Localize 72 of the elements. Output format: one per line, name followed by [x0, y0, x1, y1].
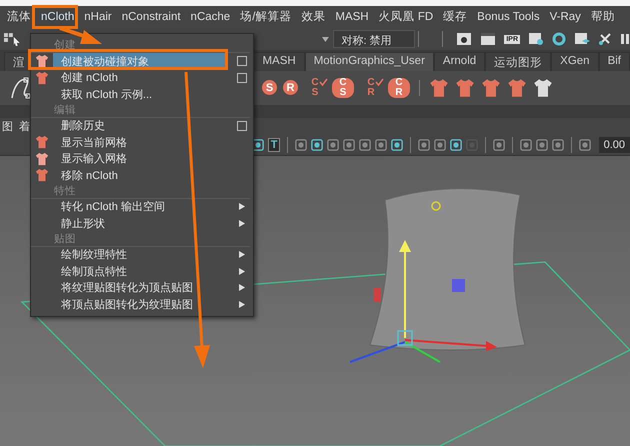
menu-bar-item[interactable]: Bonus Tools [472, 8, 545, 25]
render-settings-icon[interactable] [528, 32, 544, 46]
value-field[interactable]: 0.00 [598, 137, 630, 154]
shirt-icon [35, 54, 49, 68]
menu-item[interactable]: 显示当前网格 [31, 134, 253, 150]
shelf-tab[interactable]: MotionGraphics_User [304, 52, 434, 72]
menu-bar-item[interactable]: 帮助 [586, 7, 620, 26]
select-tool-icon[interactable] [4, 31, 22, 48]
shelf-tab[interactable]: XGen [551, 52, 599, 72]
shelf-tab[interactable]: MASH [253, 52, 305, 72]
menu-bar-item[interactable]: nCache [186, 8, 236, 25]
ring-icon[interactable] [552, 32, 566, 46]
shelf-tab[interactable]: Bif [598, 52, 630, 72]
submenu-arrow-icon [239, 251, 245, 258]
pivot-marker-icon [431, 201, 441, 211]
render-layers-icon[interactable] [574, 32, 590, 46]
menu-item[interactable]: 转化 nCloth 输出空间 [31, 198, 253, 215]
menu-item[interactable]: 移除 nCloth [31, 167, 253, 184]
menu-item[interactable]: 创建 nCloth [31, 70, 253, 86]
option-box[interactable] [237, 56, 247, 66]
menu-section-heading: 编辑 [31, 102, 250, 118]
submenu-arrow-icon [239, 300, 245, 308]
panel-menu-item[interactable]: 着 [19, 118, 30, 134]
menu-section-heading: 特性 [31, 184, 250, 198]
symmetry-field[interactable]: 对称: 禁用 [332, 30, 416, 48]
menu-bar-item[interactable]: nConstraint [116, 8, 186, 25]
shirt-icon [35, 168, 49, 182]
submenu-arrow-icon [239, 203, 245, 210]
shirt-icon [455, 78, 475, 98]
menu-bar-item[interactable]: 效果 [296, 7, 330, 26]
text-tool-button[interactable]: T [268, 138, 280, 152]
shirt-icon [35, 152, 49, 166]
curve-tool-icon[interactable] [10, 76, 32, 100]
menu-item[interactable]: 静止形状 [31, 215, 253, 232]
menu-item[interactable]: 获取 nCloth 示例... [31, 86, 253, 102]
submenu-arrow-icon [239, 268, 245, 275]
render-eye-icon[interactable] [456, 32, 472, 46]
menu-item[interactable]: 将纹理贴图转化为顶点贴图 [31, 280, 253, 296]
shirt-icon [533, 78, 553, 98]
option-box[interactable] [237, 72, 247, 83]
shirt-icon [35, 135, 49, 150]
option-box[interactable] [237, 120, 247, 131]
panel-menu-item[interactable]: 图 [2, 118, 13, 134]
highlight-frame [32, 5, 78, 29]
submenu-arrow-icon [239, 220, 245, 227]
menu-bar-item[interactable]: nHair [79, 8, 117, 25]
menu-bar-item[interactable]: 缓存 [438, 7, 472, 26]
satellite-icon[interactable] [598, 32, 612, 46]
menu-item[interactable]: 绘制纹理特性 [31, 246, 253, 263]
menu-bar-item[interactable]: V-Ray [544, 8, 586, 25]
menu-bar-item[interactable]: 场/解算器 [235, 7, 296, 26]
move-manipulator-drawing[interactable] [350, 240, 497, 363]
shirt-add-icon [429, 78, 449, 98]
shelf-tab[interactable]: Arnold [434, 52, 486, 72]
menu-item[interactable]: 删除历史 [31, 118, 253, 134]
menu-item[interactable]: 显示输入网格 [31, 150, 253, 167]
checkered-shirt-icon [507, 78, 527, 98]
clapboard-icon[interactable] [480, 32, 496, 46]
menu-section-heading: 贴图 [31, 232, 250, 246]
check-icon [375, 78, 384, 86]
menu-bar-item[interactable]: 火凤凰 FD [374, 7, 438, 26]
pause-icon[interactable] [620, 33, 630, 46]
shelf-tab[interactable]: 运动图形 [485, 52, 552, 72]
menu-item[interactable]: 将顶点贴图转化为纹理贴图 [31, 296, 253, 312]
menu-item[interactable]: 绘制顶点特性 [31, 263, 253, 280]
shirt-icon [35, 70, 49, 85]
menu-bar-item[interactable]: 流体 [2, 7, 36, 26]
menu-bar-item[interactable]: MASH [330, 8, 374, 25]
submenu-arrow-icon [239, 284, 245, 292]
dropdown-caret-icon[interactable] [322, 36, 329, 42]
check-icon [319, 78, 328, 86]
shirt-remove-icon [481, 78, 501, 98]
